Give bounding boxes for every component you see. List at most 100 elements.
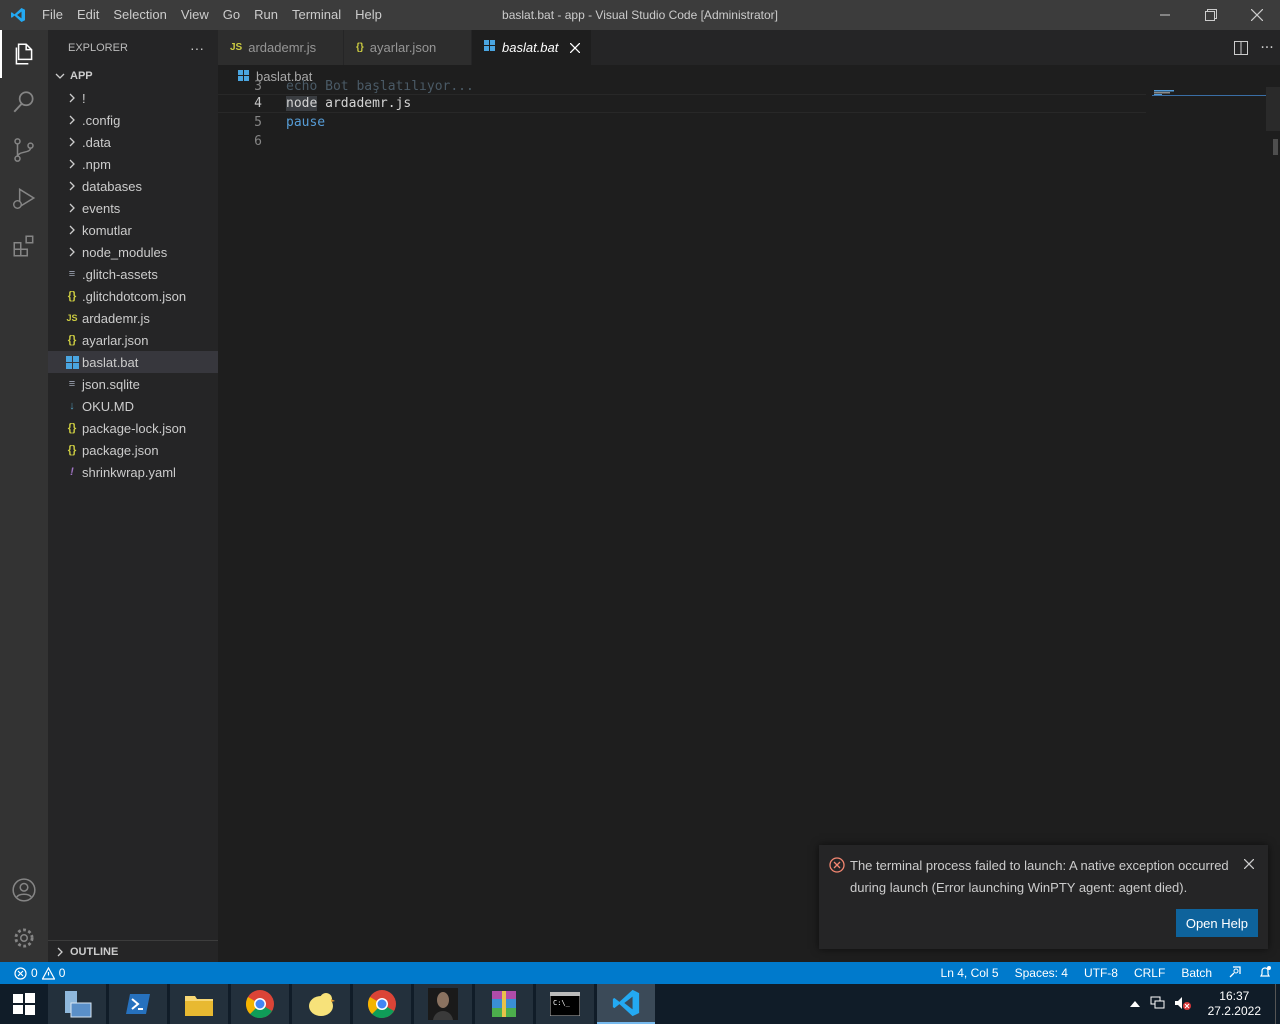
extensions-activity-button[interactable] xyxy=(0,222,48,270)
code-keyword: node xyxy=(286,96,318,111)
language-mode[interactable]: Batch xyxy=(1173,966,1220,980)
source-control-activity-button[interactable] xyxy=(0,126,48,174)
menu-selection[interactable]: Selection xyxy=(106,0,173,30)
explorer-header: EXPLORER ··· xyxy=(48,30,218,65)
tree-folder[interactable]: databases xyxy=(48,175,218,197)
tree-file-label: json.sqlite xyxy=(82,376,140,392)
text-file-icon: ≡ xyxy=(68,378,76,390)
tree-file[interactable]: JS ardademr.js xyxy=(48,307,218,329)
status-bar: 0 0 Ln 4, Col 5 Spaces: 4 UTF-8 CRLF Bat… xyxy=(0,962,1280,984)
tree-folder[interactable]: events xyxy=(48,197,218,219)
tree-folder[interactable]: .config xyxy=(48,109,218,131)
code-keyword: pause xyxy=(286,115,326,130)
tree-file[interactable]: {} .glitchdotcom.json xyxy=(48,285,218,307)
tab-baslat-bat[interactable]: baslat.bat xyxy=(472,30,592,65)
taskbar-file-explorer[interactable] xyxy=(170,984,228,1024)
taskbar-chrome[interactable] xyxy=(231,984,289,1024)
search-icon xyxy=(13,91,34,113)
explorer-activity-button[interactable] xyxy=(0,30,48,78)
tab-ayarlar-json[interactable]: {} ayarlar.json xyxy=(344,30,472,65)
text-file-icon: ≡ xyxy=(68,268,76,280)
show-desktop-button[interactable] xyxy=(1275,984,1280,1024)
powershell-icon xyxy=(126,994,150,1014)
encoding[interactable]: UTF-8 xyxy=(1076,966,1126,980)
outline-section-header[interactable]: OUTLINE xyxy=(48,940,218,962)
tray-expand-icon[interactable] xyxy=(1129,997,1140,1011)
manage-activity-button[interactable] xyxy=(0,914,48,962)
accounts-activity-button[interactable] xyxy=(0,866,48,914)
feedback-icon[interactable] xyxy=(1220,965,1250,982)
editor-scrollbar[interactable] xyxy=(1266,87,1280,962)
line-number: 6 xyxy=(254,134,262,149)
folder-icon xyxy=(185,996,213,1016)
restore-button[interactable] xyxy=(1188,0,1234,30)
file-tree: ! .config .data .npm databases events ko… xyxy=(48,87,218,483)
chevron-right-icon xyxy=(64,200,80,216)
network-icon[interactable] xyxy=(1150,996,1166,1013)
start-button[interactable] xyxy=(0,984,48,1024)
taskbar-chrome-2[interactable] xyxy=(353,984,411,1024)
indentation[interactable]: Spaces: 4 xyxy=(1007,966,1076,980)
tree-file-selected[interactable]: baslat.bat xyxy=(48,351,218,373)
taskbar-app-yellow[interactable] xyxy=(292,984,350,1024)
open-help-button[interactable]: Open Help xyxy=(1175,909,1258,937)
tree-file[interactable]: ≡ .glitch-assets xyxy=(48,263,218,285)
more-actions-icon[interactable]: ··· xyxy=(190,40,204,56)
menu-edit[interactable]: Edit xyxy=(70,0,106,30)
tree-file[interactable]: {} ayarlar.json xyxy=(48,329,218,351)
tree-file-label: ayarlar.json xyxy=(82,332,149,348)
title-bar: File Edit Selection View Go Run Terminal… xyxy=(0,0,1280,30)
chevron-down-icon xyxy=(55,73,65,79)
tree-folder[interactable]: ! xyxy=(48,87,218,109)
warning-icon xyxy=(41,966,55,980)
cursor-position[interactable]: Ln 4, Col 5 xyxy=(933,966,1007,980)
menu-run[interactable]: Run xyxy=(247,0,285,30)
tree-file[interactable]: {} package-lock.json xyxy=(48,417,218,439)
taskbar-clock[interactable]: 16:37 27.2.2022 xyxy=(1198,989,1275,1019)
run-debug-activity-button[interactable] xyxy=(0,174,48,222)
close-window-button[interactable] xyxy=(1234,0,1280,30)
tree-file[interactable]: ↓ OKU.MD xyxy=(48,395,218,417)
tree-folder[interactable]: komutlar xyxy=(48,219,218,241)
close-notification-icon[interactable] xyxy=(1243,857,1255,872)
menu-view[interactable]: View xyxy=(174,0,216,30)
taskbar-powershell[interactable] xyxy=(109,984,167,1024)
end-of-line[interactable]: CRLF xyxy=(1126,966,1173,980)
json-file-icon: {} xyxy=(356,42,364,53)
split-editor-icon[interactable] xyxy=(1228,40,1254,55)
json-file-icon: {} xyxy=(67,334,77,346)
workspace-section-header[interactable]: APP xyxy=(48,65,218,87)
more-actions-icon[interactable]: ··· xyxy=(1254,40,1280,56)
activity-bar xyxy=(0,30,48,962)
minimap[interactable] xyxy=(1152,87,1266,97)
search-activity-button[interactable] xyxy=(0,78,48,126)
code-editor[interactable]: 3 echo Bot başlatılıyor... 4 node ardade… xyxy=(218,79,1280,962)
menu-go[interactable]: Go xyxy=(216,0,247,30)
taskbar-winrar[interactable] xyxy=(475,984,533,1024)
notifications-bell-icon[interactable] xyxy=(1250,965,1280,982)
tree-folder-label: .data xyxy=(82,134,111,150)
tree-file[interactable]: ! shrinkwrap.yaml xyxy=(48,461,218,483)
error-notification: The terminal process failed to launch: A… xyxy=(819,845,1268,949)
taskbar-command-prompt[interactable]: C:\_ xyxy=(536,984,594,1024)
volume-muted-icon[interactable] xyxy=(1174,996,1192,1013)
tab-ardademr-js[interactable]: JS ardademr.js xyxy=(218,30,344,65)
error-icon xyxy=(14,966,27,980)
tree-folder[interactable]: node_modules xyxy=(48,241,218,263)
taskbar-game-app[interactable] xyxy=(414,984,472,1024)
menu-help[interactable]: Help xyxy=(348,0,389,30)
tree-file[interactable]: {} package.json xyxy=(48,439,218,461)
menu-terminal[interactable]: Terminal xyxy=(285,0,348,30)
tree-file[interactable]: ≡ json.sqlite xyxy=(48,373,218,395)
problems-indicator[interactable]: 0 0 xyxy=(0,966,65,980)
taskbar-vscode[interactable] xyxy=(597,984,655,1024)
tree-folder[interactable]: .data xyxy=(48,131,218,153)
tree-folder[interactable]: .npm xyxy=(48,153,218,175)
menu-file[interactable]: File xyxy=(35,0,70,30)
minimize-button[interactable] xyxy=(1142,0,1188,30)
chevron-right-icon xyxy=(64,178,80,194)
windows-batch-icon xyxy=(484,40,496,55)
tab-label: ayarlar.json xyxy=(369,40,437,55)
taskbar-server-manager[interactable] xyxy=(48,984,106,1024)
close-tab-icon[interactable] xyxy=(568,42,581,53)
